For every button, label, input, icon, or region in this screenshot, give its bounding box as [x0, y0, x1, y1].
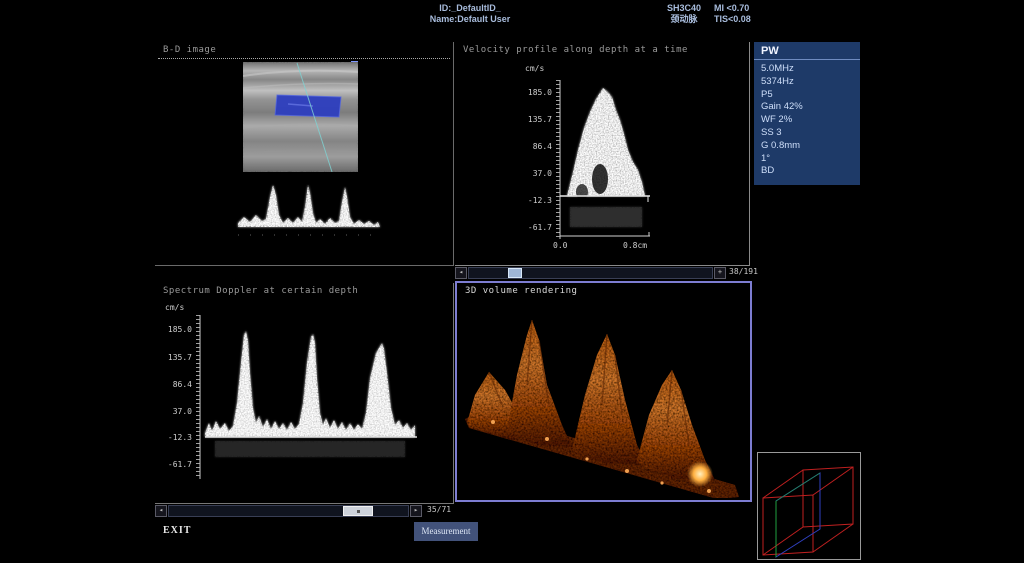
spectrum-doppler-plot: [155, 283, 454, 504]
cine-bottom-frame-counter: 35/71: [427, 504, 451, 516]
volume-rendering-image: [457, 295, 750, 498]
patient-info: ID:_DefaultID_Name:Default User: [380, 3, 560, 25]
bd-spectral-trace: [230, 177, 410, 249]
patient-id: ID:_DefaultID_: [439, 3, 501, 13]
pw-bd: BD: [754, 165, 860, 178]
render-hotspot: [687, 461, 713, 487]
acoustic-output: MI <0.70TIS<0.08: [714, 3, 774, 25]
quadrant-velocity-profile[interactable]: Velocity profile along depth at a time c…: [455, 42, 750, 266]
pw-gate: G 0.8mm: [754, 140, 860, 153]
cine-bottom-left-arrow[interactable]: ◂: [155, 505, 167, 517]
scroll-left-icon: ◂: [159, 506, 163, 514]
ultrasound-main-screen: ID:_DefaultID_Name:Default User SH3C40颈动…: [0, 0, 1024, 563]
cine-bottom-thumb[interactable]: [343, 506, 373, 516]
scroll-left-icon: ◂: [459, 268, 463, 276]
probe-info: SH3C40颈动脉: [653, 3, 715, 25]
thumb-grip-icon: [357, 510, 360, 513]
quadrant-3d-volume[interactable]: 3D volume rendering: [455, 281, 752, 502]
scroll-right-icon: ▸: [414, 506, 418, 514]
bmode-ultrasound-image: [243, 62, 358, 172]
plus-icon: +: [718, 268, 722, 276]
bd-separator: [158, 58, 450, 59]
pw-angle: 1°: [754, 153, 860, 166]
pw-wall-filter: WF 2%: [754, 114, 860, 127]
probe-model: SH3C40: [667, 3, 701, 13]
pw-ss: SS 3: [754, 127, 860, 140]
velocity-profile-plot: [455, 42, 750, 265]
measurement-button[interactable]: Measurement: [414, 522, 478, 541]
quadrant-spectrum-doppler[interactable]: Spectrum Doppler at certain depth cm/s 1…: [155, 283, 454, 504]
patient-name: Name:Default User: [430, 14, 511, 24]
pw-parameter-panel: PW 5.0MHz 5374Hz P5 Gain 42% WF 2% SS 3 …: [754, 42, 860, 185]
cine-top-frame-counter: 38/191: [729, 266, 758, 278]
cine-bottom-right-arrow[interactable]: ▸: [410, 505, 422, 517]
mi-value: MI <0.70: [714, 3, 749, 13]
pw-gain: Gain 42%: [754, 101, 860, 114]
tis-value: TIS<0.08: [714, 14, 751, 24]
cine-top-thumb[interactable]: [508, 268, 522, 278]
pw-power: P5: [754, 89, 860, 102]
volume-orientation-cube[interactable]: [757, 452, 861, 560]
quadrant-bd-image[interactable]: B-D image: [155, 42, 454, 266]
pw-prf: 5374Hz: [754, 76, 860, 89]
pw-frequency: 5.0MHz: [754, 63, 860, 76]
exit-button[interactable]: EXIT: [163, 525, 191, 536]
cine-top-right-arrow[interactable]: +: [714, 267, 726, 279]
cine-top-left-arrow[interactable]: ◂: [455, 267, 467, 279]
doppler-waveform: [205, 331, 415, 437]
cine-top-track[interactable]: [468, 267, 713, 279]
bd-image-title: B-D image: [163, 45, 216, 55]
pw-mode-label: PW: [754, 42, 860, 60]
wireframe-cube-icon: [758, 453, 860, 559]
exam-preset: 颈动脉: [670, 14, 697, 24]
